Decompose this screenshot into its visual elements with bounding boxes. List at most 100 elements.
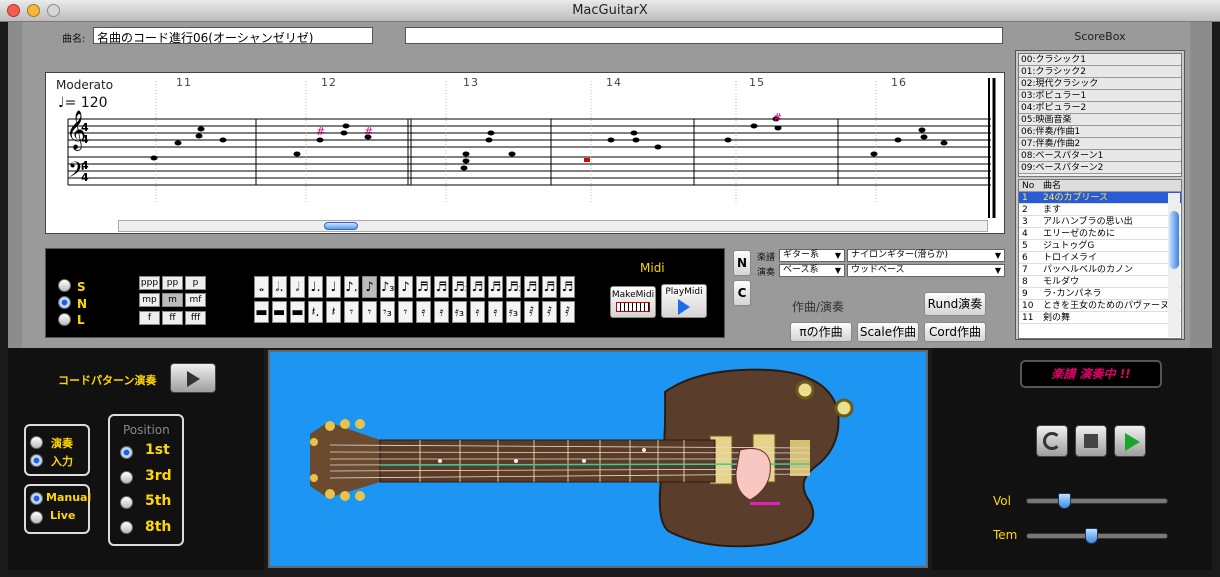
- live-radio[interactable]: [30, 511, 43, 524]
- position-1st-radio[interactable]: [120, 446, 133, 459]
- scorebox-category[interactable]: 01:クラシック2: [1019, 66, 1181, 78]
- rest-length-button[interactable]: 𝄾: [362, 301, 377, 323]
- play-type-select[interactable]: ベース系 ▼: [779, 264, 845, 277]
- note-length-button[interactable]: 𝅗𝅥: [290, 276, 305, 298]
- tempo-thumb[interactable]: [1085, 528, 1098, 544]
- play-midi-button[interactable]: PlayMidi: [661, 284, 707, 318]
- rest-length-button[interactable]: 𝄿₃: [506, 301, 521, 323]
- song-scroll-thumb[interactable]: [1169, 211, 1179, 269]
- rest-length-button[interactable]: 𝄿: [470, 301, 485, 323]
- scorebox-category[interactable]: 03:ポピュラー1: [1019, 90, 1181, 102]
- scorebox-category[interactable]: 04:ポピュラー2: [1019, 102, 1181, 114]
- mode-l-radio[interactable]: [58, 313, 71, 326]
- score-view[interactable]: Moderato ♩= 120 𝄞 𝄢 44 44 # # # 11 12 13…: [45, 72, 1005, 234]
- song-list[interactable]: No 曲名 1 24のカプリース 2 ます 3 アルハンブラの思い出 4 エリーゼのために 5 ジュ…: [1018, 179, 1182, 339]
- manual-radio[interactable]: [30, 492, 43, 505]
- note-length-button[interactable]: ♪: [398, 276, 413, 298]
- rest-length-button[interactable]: ▬: [254, 301, 269, 323]
- chord-pattern-play-button[interactable]: [170, 363, 216, 393]
- make-midi-button[interactable]: MakeMidi: [610, 286, 656, 318]
- dyn-f[interactable]: f: [139, 311, 160, 325]
- scorebox-category[interactable]: 05:映画音楽: [1019, 114, 1181, 126]
- cord-compose-button[interactable]: Cord作曲: [924, 322, 986, 342]
- note-length-button[interactable]: ♪₃: [380, 276, 395, 298]
- score-type-select[interactable]: ギター系 ▼: [779, 249, 845, 262]
- note-length-button[interactable]: ♬₃: [452, 276, 467, 298]
- input-mode-radio[interactable]: [30, 454, 43, 467]
- rest-length-button[interactable]: 𝄾: [344, 301, 359, 323]
- note-length-button[interactable]: ♬.: [416, 276, 431, 298]
- rest-length-button[interactable]: ▬: [290, 301, 305, 323]
- score-scrollbar[interactable]: [118, 220, 988, 232]
- mode-n-radio[interactable]: [58, 296, 71, 309]
- rest-length-button[interactable]: 𝄿: [488, 301, 503, 323]
- rest-length-button[interactable]: 𝄿: [434, 301, 449, 323]
- rest-length-button[interactable]: 𝅀: [524, 301, 539, 323]
- note-length-button[interactable]: 𝅗𝅥.: [272, 276, 287, 298]
- dyn-p[interactable]: p: [185, 276, 206, 290]
- song-row[interactable]: 11 剣の舞: [1019, 312, 1181, 324]
- position-8th-radio[interactable]: [120, 521, 133, 534]
- song-list-scrollbar[interactable]: [1168, 193, 1180, 337]
- guitar-view[interactable]: [268, 350, 928, 568]
- note-length-button[interactable]: ♬: [470, 276, 485, 298]
- dyn-m[interactable]: m: [162, 293, 183, 307]
- c-button[interactable]: C: [733, 280, 751, 306]
- position-3rd-radio[interactable]: [120, 471, 133, 484]
- song-row[interactable]: 7 パッヘルベルのカノン: [1019, 264, 1181, 276]
- tempo-slider[interactable]: [1026, 528, 1168, 544]
- scorebox-category[interactable]: 06:伴奏/作曲1: [1019, 126, 1181, 138]
- rest-length-button[interactable]: 𝄽.: [308, 301, 323, 323]
- play-mode-radio[interactable]: [30, 436, 43, 449]
- dyn-mf[interactable]: mf: [185, 293, 206, 307]
- song-row[interactable]: 4 エリーゼのために: [1019, 228, 1181, 240]
- play-button[interactable]: [1114, 425, 1146, 457]
- rest-length-button[interactable]: 𝄾: [398, 301, 413, 323]
- note-length-button[interactable]: ♪.: [344, 276, 359, 298]
- scorebox-category[interactable]: 00:クラシック1: [1019, 54, 1181, 66]
- volume-thumb[interactable]: [1058, 493, 1071, 509]
- note-length-button[interactable]: ♬: [434, 276, 449, 298]
- rest-length-button[interactable]: 𝅀: [560, 301, 575, 323]
- dyn-fff[interactable]: fff: [185, 311, 206, 325]
- volume-slider[interactable]: [1026, 493, 1168, 509]
- dyn-ff[interactable]: ff: [162, 311, 183, 325]
- stop-button[interactable]: [1075, 425, 1107, 457]
- scale-compose-button[interactable]: Scale作曲: [857, 322, 919, 342]
- note-length-button[interactable]: ♪: [362, 276, 377, 298]
- note-length-button[interactable]: ♬: [560, 276, 575, 298]
- scorebox-category[interactable]: 09:ベースパターン2: [1019, 162, 1181, 174]
- scorebox-category[interactable]: 02:現代クラシック: [1019, 78, 1181, 90]
- song-row[interactable]: 8 モルダウ: [1019, 276, 1181, 288]
- rund-play-button[interactable]: Rund演奏: [924, 292, 986, 316]
- scorebox-category[interactable]: 07:伴奏/作曲2: [1019, 138, 1181, 150]
- song-row[interactable]: 5 ジュトゥグG: [1019, 240, 1181, 252]
- rest-length-button[interactable]: 𝄽: [326, 301, 341, 323]
- note-length-button[interactable]: ♬₃: [506, 276, 521, 298]
- song-row[interactable]: 9 ラ･カンパネラ: [1019, 288, 1181, 300]
- song-row[interactable]: 3 アルハンブラの思い出: [1019, 216, 1181, 228]
- play-instrument-select[interactable]: ウッドベース ▼: [847, 264, 1005, 277]
- comment-field[interactable]: [405, 27, 1003, 44]
- note-length-button[interactable]: ♬: [488, 276, 503, 298]
- rest-length-button[interactable]: 𝄿: [416, 301, 431, 323]
- rest-length-button[interactable]: 𝄾₃: [380, 301, 395, 323]
- rest-length-button[interactable]: ▬.: [272, 301, 287, 323]
- n-button[interactable]: N: [733, 250, 751, 276]
- pi-compose-button[interactable]: πの作曲: [790, 322, 852, 342]
- loop-button[interactable]: [1036, 425, 1068, 457]
- song-row[interactable]: 10 ときを王女のためのパヴァーヌ: [1019, 300, 1181, 312]
- song-row[interactable]: 2 ます: [1019, 204, 1181, 216]
- note-length-button[interactable]: ♬: [542, 276, 557, 298]
- scrollbar-thumb[interactable]: [324, 222, 358, 230]
- note-length-button[interactable]: ♩.: [308, 276, 323, 298]
- mode-s-radio[interactable]: [58, 279, 71, 292]
- song-row[interactable]: 1 24のカプリース: [1019, 192, 1181, 204]
- position-5th-radio[interactable]: [120, 496, 133, 509]
- note-length-button[interactable]: 𝅝: [254, 276, 269, 298]
- dyn-mp[interactable]: mp: [139, 293, 160, 307]
- dyn-ppp[interactable]: ppp: [139, 276, 160, 290]
- song-name-field[interactable]: 名曲のコード進行06(オーシャンゼリゼ): [93, 27, 373, 44]
- rest-length-button[interactable]: 𝄿₃: [452, 301, 467, 323]
- rest-length-button[interactable]: 𝅀: [542, 301, 557, 323]
